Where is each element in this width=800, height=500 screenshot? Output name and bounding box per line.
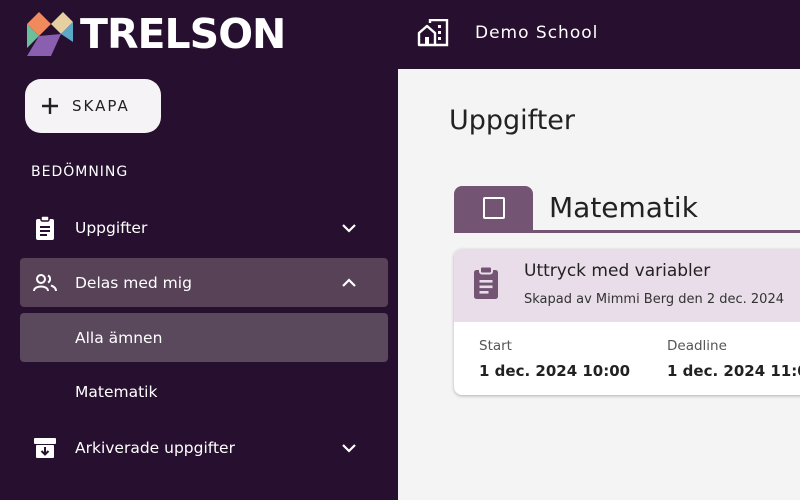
clipboard-icon: [36, 214, 54, 240]
clipboard-icon: [474, 265, 498, 299]
checkbox-icon[interactable]: [483, 197, 505, 219]
create-button[interactable]: SKAPA: [25, 79, 161, 133]
section-heading: BEDÖMNING: [31, 164, 129, 180]
subject-divider: [454, 230, 800, 233]
people-icon: [33, 273, 57, 291]
start-value: 1 dec. 2024 10:00: [479, 362, 631, 380]
assignment-card-header: Uttryck med variabler Skapad av Mimmi Be…: [454, 249, 800, 322]
brand-name: TRELSON: [80, 10, 286, 58]
start-label: Start: [479, 338, 512, 354]
main-content: Uppgifter Matematik Uttryck med variable…: [398, 69, 800, 500]
page-title: Uppgifter: [449, 105, 576, 136]
top-bar: TRELSON Demo School: [0, 0, 800, 69]
sidebar-item-delas-med-mig[interactable]: Delas med mig: [20, 258, 388, 307]
chevron-up-icon[interactable]: [340, 274, 358, 292]
plus-icon: [42, 98, 58, 114]
chevron-down-icon[interactable]: [340, 219, 358, 237]
create-button-label: SKAPA: [72, 97, 130, 115]
sidebar-item-label: Alla ämnen: [75, 328, 163, 347]
sidebar-item-label: Uppgifter: [75, 218, 148, 237]
sidebar: SKAPA BEDÖMNING Uppgifter Delas med mig: [0, 69, 398, 500]
subject-heading: Matematik: [549, 191, 698, 224]
assignment-title: Uttryck med variabler: [524, 261, 711, 281]
sidebar-item-label: Matematik: [75, 382, 158, 401]
school-name[interactable]: Demo School: [475, 22, 598, 44]
sidebar-item-label: Delas med mig: [75, 273, 192, 292]
deadline-value: 1 dec. 2024 11:00: [667, 362, 800, 380]
sidebar-item-arkiverade-uppgifter[interactable]: Arkiverade uppgifter: [20, 423, 388, 472]
assignment-card[interactable]: Uttryck med variabler Skapad av Mimmi Be…: [454, 249, 800, 395]
school-building-icon: [417, 19, 449, 47]
archive-icon: [34, 437, 56, 458]
sidebar-item-alla-amnen[interactable]: Alla ämnen: [20, 313, 388, 362]
sidebar-item-matematik[interactable]: Matematik: [20, 367, 388, 416]
subject-select-tab[interactable]: [454, 186, 533, 232]
trelson-logo-icon: [27, 12, 73, 56]
chevron-down-icon[interactable]: [340, 439, 358, 457]
assignment-subtitle: Skapad av Mimmi Berg den 2 dec. 2024: [524, 292, 784, 307]
deadline-label: Deadline: [667, 338, 727, 354]
sidebar-item-uppgifter[interactable]: Uppgifter: [20, 203, 388, 252]
sidebar-item-label: Arkiverade uppgifter: [75, 438, 235, 457]
